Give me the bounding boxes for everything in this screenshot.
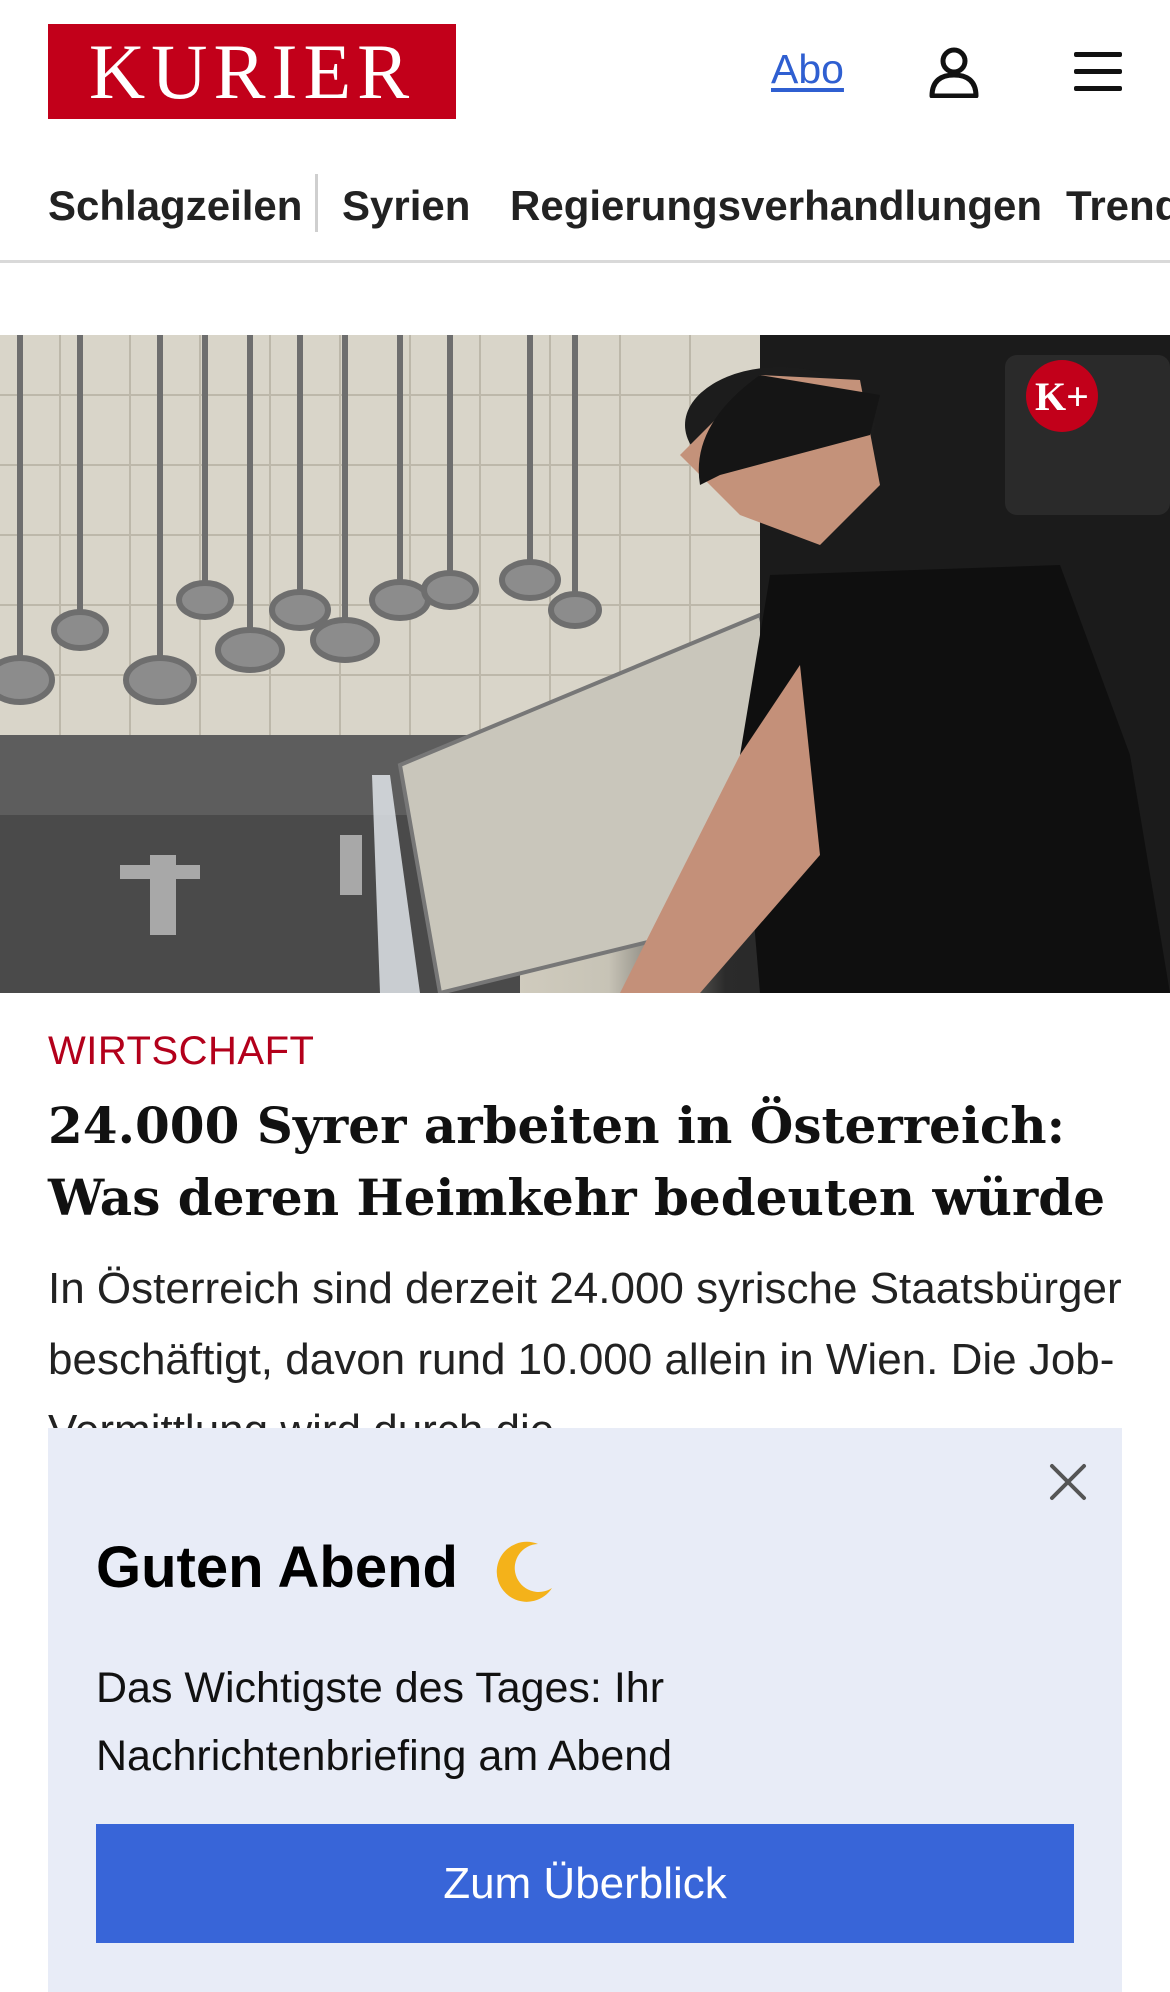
- nav-item-trend[interactable]: Trend: [1066, 182, 1170, 230]
- article-teaser: In Österreich sind derzeit 24.000 syrisc…: [48, 1264, 1122, 1431]
- crescent-moon-icon: [496, 1541, 552, 1602]
- popup-text: Das Wichtigste des Tages: Ihr Nachrichte…: [96, 1664, 673, 1780]
- popup-title: Guten Abend: [96, 1535, 458, 1600]
- close-icon[interactable]: [1048, 1462, 1088, 1502]
- kplus-badge-icon: K+: [1026, 360, 1098, 432]
- site-header: KURIER Abo: [0, 0, 1170, 148]
- nav-item-schlagzeilen[interactable]: Schlagzeilen: [48, 182, 302, 230]
- user-icon[interactable]: [928, 46, 980, 98]
- nav-item-regierungsverhandlungen[interactable]: Regierungsverhandlungen: [510, 182, 1042, 230]
- article-category[interactable]: WIRTSCHAFT: [48, 1029, 314, 1074]
- nav-item-syrien[interactable]: Syrien: [342, 182, 470, 230]
- article-headline[interactable]: 24.000 Syrer arbeiten in Österreich: Was…: [48, 1090, 1128, 1234]
- topic-nav: Schlagzeilen Syrien Regierungsverhandlun…: [0, 160, 1170, 263]
- nav-divider: [315, 174, 318, 232]
- kurier-logo[interactable]: KURIER: [48, 24, 456, 119]
- hamburger-menu-icon[interactable]: [1072, 50, 1124, 94]
- article-hero-image[interactable]: [0, 335, 1170, 993]
- kitchen-photo: [0, 335, 1170, 993]
- abo-link[interactable]: Abo: [771, 46, 844, 93]
- zum-ueberblick-button[interactable]: Zum Überblick: [96, 1824, 1074, 1943]
